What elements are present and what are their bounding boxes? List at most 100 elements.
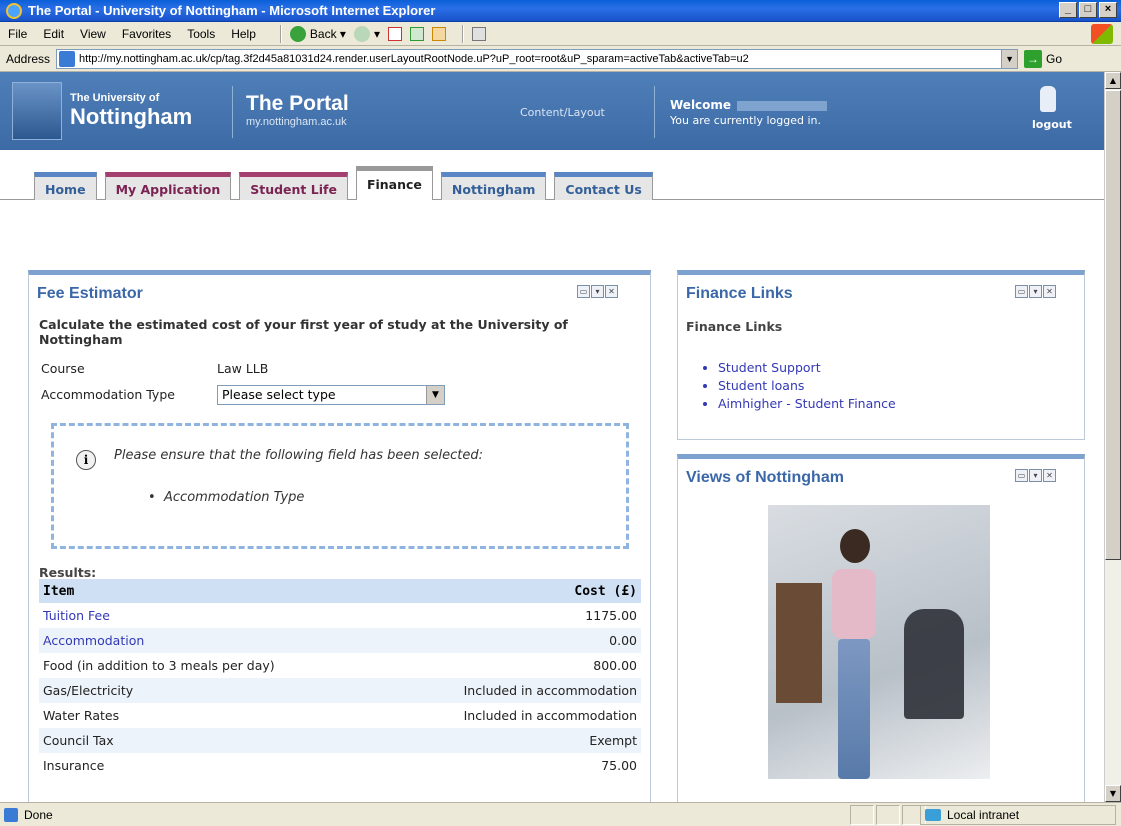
- chevron-down-icon[interactable]: ▼: [426, 386, 444, 404]
- table-cell-cost: 75.00: [601, 758, 637, 773]
- menu-help[interactable]: Help: [231, 27, 256, 41]
- menu-favorites[interactable]: Favorites: [122, 27, 171, 41]
- edit-channel-icon[interactable]: ▾: [1029, 469, 1042, 482]
- go-arrow-icon: →: [1024, 49, 1043, 68]
- table-row: Gas/Electricity Included in accommodatio…: [39, 678, 641, 703]
- photo-door: [776, 583, 822, 703]
- students-photo: [768, 505, 990, 779]
- table-row: Accommodation 0.00: [39, 628, 641, 653]
- fee-estimator-title: Fee Estimator: [37, 285, 143, 302]
- menu-edit[interactable]: Edit: [43, 27, 64, 41]
- scroll-up-icon[interactable]: ▲: [1105, 72, 1121, 89]
- accommodation-link[interactable]: Accommodation: [43, 633, 144, 648]
- page-icon: [59, 50, 76, 67]
- portal-header: The University of Nottingham The Portal …: [0, 72, 1104, 150]
- maximize-button[interactable]: □: [1079, 2, 1097, 18]
- status-cell: [876, 805, 900, 825]
- logout-icon[interactable]: [1040, 86, 1056, 112]
- scroll-down-icon[interactable]: ▼: [1105, 785, 1121, 802]
- tab-my-application[interactable]: My Application: [104, 172, 232, 200]
- scroll-thumb[interactable]: [1105, 90, 1121, 560]
- print-icon[interactable]: [471, 26, 486, 41]
- stop-icon[interactable]: [387, 26, 402, 41]
- minimize-channel-icon[interactable]: ▭: [577, 285, 590, 298]
- table-cell-cost: 1175.00: [585, 608, 637, 623]
- tab-bar: Home My Application Student Life Finance…: [34, 166, 661, 200]
- accommodation-selected: Please select type: [222, 387, 336, 402]
- header-divider: [232, 86, 233, 138]
- table-row: Water Rates Included in accommodation: [39, 703, 641, 728]
- edit-channel-icon[interactable]: ▾: [1029, 285, 1042, 298]
- tab-home[interactable]: Home: [34, 172, 97, 200]
- menu-tools[interactable]: Tools: [187, 27, 215, 41]
- remove-channel-icon[interactable]: ✕: [1043, 469, 1056, 482]
- table-row: Food (in addition to 3 meals per day) 80…: [39, 653, 641, 678]
- finance-links-subtitle: Finance Links: [686, 319, 783, 334]
- status-text: Done: [24, 807, 53, 822]
- finance-links-channel: Finance Links ▭ ▾ ✕ Finance Links Studen…: [677, 270, 1085, 440]
- table-cell-item: Water Rates: [43, 708, 120, 723]
- results-label: Results:: [39, 565, 97, 580]
- go-button[interactable]: → Go: [1024, 49, 1063, 68]
- tab-student-life[interactable]: Student Life: [239, 172, 348, 200]
- finance-links-title: Finance Links: [686, 285, 793, 302]
- page-viewport: The University of Nottingham The Portal …: [0, 72, 1104, 802]
- menu-file[interactable]: File: [8, 27, 27, 41]
- course-label: Course: [41, 361, 85, 376]
- tab-contact-us[interactable]: Contact Us: [554, 172, 653, 200]
- edit-channel-icon[interactable]: ▾: [591, 285, 604, 298]
- validation-message: Please ensure that the following field h…: [114, 448, 483, 463]
- menu-view[interactable]: View: [80, 27, 106, 41]
- tuition-fee-link[interactable]: Tuition Fee: [43, 608, 110, 623]
- minimize-button[interactable]: _: [1059, 2, 1077, 18]
- home-icon[interactable]: [431, 26, 446, 41]
- address-url: http://my.nottingham.ac.uk/cp/tag.3f2d45…: [79, 52, 749, 65]
- accommodation-select[interactable]: Please select type ▼: [217, 385, 445, 405]
- address-dropdown-icon[interactable]: ▼: [1001, 49, 1018, 68]
- back-button[interactable]: Back ▾: [289, 25, 346, 42]
- tab-nottingham[interactable]: Nottingham: [440, 172, 547, 200]
- windows-logo-icon: [1091, 24, 1113, 44]
- zone-label: Local intranet: [947, 808, 1020, 822]
- link-student-support[interactable]: Student Support: [718, 359, 896, 377]
- accommodation-label: Accommodation Type: [41, 387, 175, 402]
- intranet-icon: [925, 809, 941, 821]
- views-channel: Views of Nottingham ▭ ▾ ✕: [677, 454, 1085, 802]
- table-cell-cost: Included in accommodation: [463, 708, 637, 723]
- content-layout-link[interactable]: Content/Layout: [520, 106, 605, 119]
- user-name-redacted: [737, 100, 828, 111]
- portal-subtitle: my.nottingham.ac.uk: [246, 116, 347, 128]
- menu-bar: File Edit View Favorites Tools Help Back…: [0, 22, 1121, 46]
- minimize-channel-icon[interactable]: ▭: [1015, 285, 1028, 298]
- logged-in-text: You are currently logged in.: [670, 114, 822, 127]
- logout-link[interactable]: logout: [1032, 118, 1072, 131]
- views-title: Views of Nottingham: [686, 469, 844, 486]
- refresh-icon[interactable]: [409, 26, 424, 41]
- toolbar-separator: [461, 24, 464, 43]
- vertical-scrollbar[interactable]: ▲ ▼: [1104, 72, 1121, 802]
- link-student-loans[interactable]: Student loans: [718, 377, 896, 395]
- minimize-channel-icon[interactable]: ▭: [1015, 469, 1028, 482]
- col-item-header: Item: [39, 579, 382, 603]
- address-input[interactable]: http://my.nottingham.ac.uk/cp/tag.3f2d45…: [56, 48, 1019, 69]
- remove-channel-icon[interactable]: ✕: [1043, 285, 1056, 298]
- welcome-text: Welcome: [670, 98, 828, 112]
- status-bar: Done Local intranet: [0, 802, 1121, 826]
- table-row: Tuition Fee 1175.00: [39, 603, 641, 628]
- fee-estimator-channel: Fee Estimator ▭ ▾ ✕ Calculate the estima…: [28, 270, 651, 802]
- table-cell-item: Council Tax: [39, 728, 382, 753]
- back-label: Back: [309, 26, 337, 41]
- table-cell-item: Gas/Electricity: [39, 678, 382, 703]
- window-title: The Portal - University of Nottingham - …: [28, 3, 436, 18]
- forward-button[interactable]: ▾: [353, 25, 380, 42]
- ie-icon: [6, 2, 22, 19]
- close-button[interactable]: ×: [1099, 2, 1117, 18]
- tab-finance[interactable]: Finance: [355, 166, 433, 200]
- results-table: Item Cost (£) Tuition Fee 1175.00 Accomm…: [39, 579, 641, 778]
- remove-channel-icon[interactable]: ✕: [605, 285, 618, 298]
- address-bar: Address http://my.nottingham.ac.uk/cp/ta…: [0, 46, 1121, 72]
- fee-description: Calculate the estimated cost of your fir…: [39, 317, 568, 347]
- link-aimhigher[interactable]: Aimhigher - Student Finance: [718, 395, 896, 413]
- go-label: Go: [1046, 51, 1063, 66]
- welcome-label: Welcome: [670, 98, 732, 112]
